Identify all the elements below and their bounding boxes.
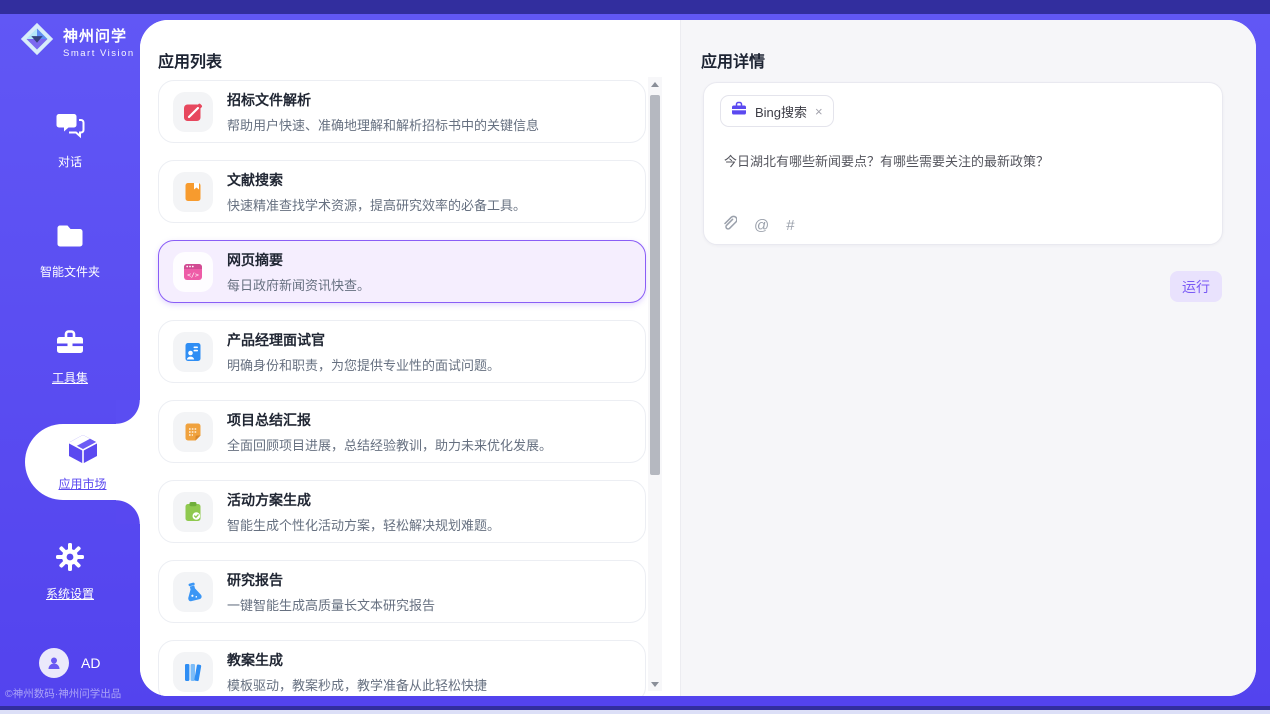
- pen-square-icon: [173, 92, 213, 132]
- copyright-text: ©神州数码·神州问学出品: [5, 686, 140, 701]
- browser-code-icon: </>: [173, 252, 213, 292]
- sidebar-item-label: 工具集: [52, 369, 88, 386]
- brand-subtitle: Smart Vision: [63, 48, 135, 59]
- cube-icon: [66, 432, 100, 471]
- app-desc: 智能生成个性化活动方案，轻松解决规划难题。: [227, 515, 500, 534]
- app-name: 招标文件解析: [227, 90, 539, 110]
- hash-icon[interactable]: #: [786, 217, 794, 234]
- app-list-title: 应用列表: [158, 48, 222, 72]
- mention-icon[interactable]: @: [754, 217, 769, 234]
- app-name: 研究报告: [227, 570, 435, 590]
- sidebar-item-app-market[interactable]: 应用市场: [25, 424, 140, 500]
- app-window: 神州问学 Smart Vision 对话 智能文件夹: [0, 0, 1270, 714]
- list-item-literature-search[interactable]: 文献搜索 快速精准查找学术资源，提高研究效率的必备工具。: [158, 160, 646, 223]
- input-toolbar: @ #: [722, 215, 795, 236]
- book-icon: [173, 172, 213, 212]
- brand-logo: 神州问学 Smart Vision: [18, 20, 135, 63]
- brand-diamond-icon: [18, 20, 56, 63]
- folder-icon: [55, 222, 85, 255]
- app-name: 产品经理面试官: [227, 330, 500, 350]
- app-desc: 快速精准查找学术资源，提高研究效率的必备工具。: [227, 195, 526, 214]
- paperclip-icon[interactable]: [722, 215, 737, 236]
- sidebar-active-bubble: 应用市场: [25, 424, 140, 500]
- user-name: AD: [81, 655, 100, 671]
- app-desc: 明确身份和职责，为您提供专业性的面试问题。: [227, 355, 500, 374]
- list-item-event-plan[interactable]: 活动方案生成 智能生成个性化活动方案，轻松解决规划难题。: [158, 480, 646, 543]
- gear-icon: [55, 542, 85, 577]
- scrollbar-up-arrow-icon[interactable]: [648, 77, 662, 91]
- list-item-research-report[interactable]: 研究报告 一键智能生成高质量长文本研究报告: [158, 560, 646, 623]
- app-name: 项目总结汇报: [227, 410, 552, 430]
- sidebar-item-toolset[interactable]: 工具集: [0, 328, 140, 386]
- app-desc: 一键智能生成高质量长文本研究报告: [227, 595, 435, 614]
- sidebar: 神州问学 Smart Vision 对话 智能文件夹: [0, 14, 140, 706]
- app-desc: 每日政府新闻资讯快查。: [227, 275, 370, 294]
- note-icon: [173, 412, 213, 452]
- list-item-bid-analysis[interactable]: 招标文件解析 帮助用户快速、准确地理解和解析招标书中的关键信息: [158, 80, 646, 143]
- toolbox-icon: [55, 328, 85, 361]
- app-detail-panel: 应用详情 Bing搜索 × 今日湖北有哪些新闻要点？有哪些需要关注的最新政策？: [680, 20, 1256, 696]
- sidebar-item-label: 智能文件夹: [40, 263, 100, 280]
- app-list: 招标文件解析 帮助用户快速、准确地理解和解析招标书中的关键信息 文献搜索 快速精…: [158, 80, 646, 696]
- sidebar-item-chat[interactable]: 对话: [0, 110, 140, 170]
- app-desc: 模板驱动，教案秒成，教学准备从此轻松快捷: [227, 675, 487, 694]
- chat-icon: [55, 110, 85, 145]
- clipboard-check-icon: [173, 492, 213, 532]
- app-name: 教案生成: [227, 650, 487, 670]
- sidebar-item-label: 应用市场: [58, 475, 106, 492]
- app-desc: 全面回顾项目进展，总结经验教训，助力未来优化发展。: [227, 435, 552, 454]
- svg-text:</>: </>: [187, 271, 199, 279]
- brand-name: 神州问学: [63, 25, 135, 46]
- sidebar-item-label: 对话: [58, 153, 82, 170]
- list-item-web-summary[interactable]: </> 网页摘要 每日政府新闻资讯快查。: [158, 240, 646, 303]
- avatar: [39, 648, 69, 678]
- tool-chip-bing-search[interactable]: Bing搜索 ×: [720, 95, 834, 127]
- prompt-text-input[interactable]: 今日湖北有哪些新闻要点？有哪些需要关注的最新政策？: [724, 151, 1204, 170]
- app-desc: 帮助用户快速、准确地理解和解析招标书中的关键信息: [227, 115, 539, 134]
- sidebar-item-label: 系统设置: [46, 585, 94, 602]
- person-doc-icon: [173, 332, 213, 372]
- scrollbar-thumb[interactable]: [650, 95, 660, 475]
- sidebar-item-smart-folder[interactable]: 智能文件夹: [0, 222, 140, 280]
- run-button[interactable]: 运行: [1170, 271, 1222, 302]
- bottom-edge-strip: [0, 710, 1270, 714]
- briefcase-icon: [731, 101, 747, 121]
- avatar-person-icon: [46, 655, 62, 671]
- app-list-panel: 应用列表 招标文件解析 帮助用户快速、准确地理解和解析招标书中的关键信息: [140, 20, 680, 696]
- chip-close-icon[interactable]: ×: [815, 105, 823, 118]
- list-scrollbar[interactable]: [648, 77, 662, 691]
- list-item-pm-interviewer[interactable]: 产品经理面试官 明确身份和职责，为您提供专业性的面试问题。: [158, 320, 646, 383]
- app-detail-title: 应用详情: [701, 48, 765, 72]
- prompt-input-card: Bing搜索 × 今日湖北有哪些新闻要点？有哪些需要关注的最新政策？ @ #: [703, 82, 1223, 245]
- tool-chip-label: Bing搜索: [755, 102, 807, 121]
- sidebar-item-settings[interactable]: 系统设置: [0, 542, 140, 602]
- user-profile[interactable]: AD: [39, 648, 100, 678]
- books-icon: [173, 652, 213, 692]
- app-name: 活动方案生成: [227, 490, 500, 510]
- main-content: 应用列表 招标文件解析 帮助用户快速、准确地理解和解析招标书中的关键信息: [140, 20, 1256, 696]
- flask-icon: [173, 572, 213, 612]
- scrollbar-down-arrow-icon[interactable]: [648, 677, 662, 691]
- app-name: 网页摘要: [227, 250, 370, 270]
- list-item-lesson-plan[interactable]: 教案生成 模板驱动，教案秒成，教学准备从此轻松快捷: [158, 640, 646, 696]
- app-name: 文献搜索: [227, 170, 526, 190]
- list-item-project-summary[interactable]: 项目总结汇报 全面回顾项目进展，总结经验教训，助力未来优化发展。: [158, 400, 646, 463]
